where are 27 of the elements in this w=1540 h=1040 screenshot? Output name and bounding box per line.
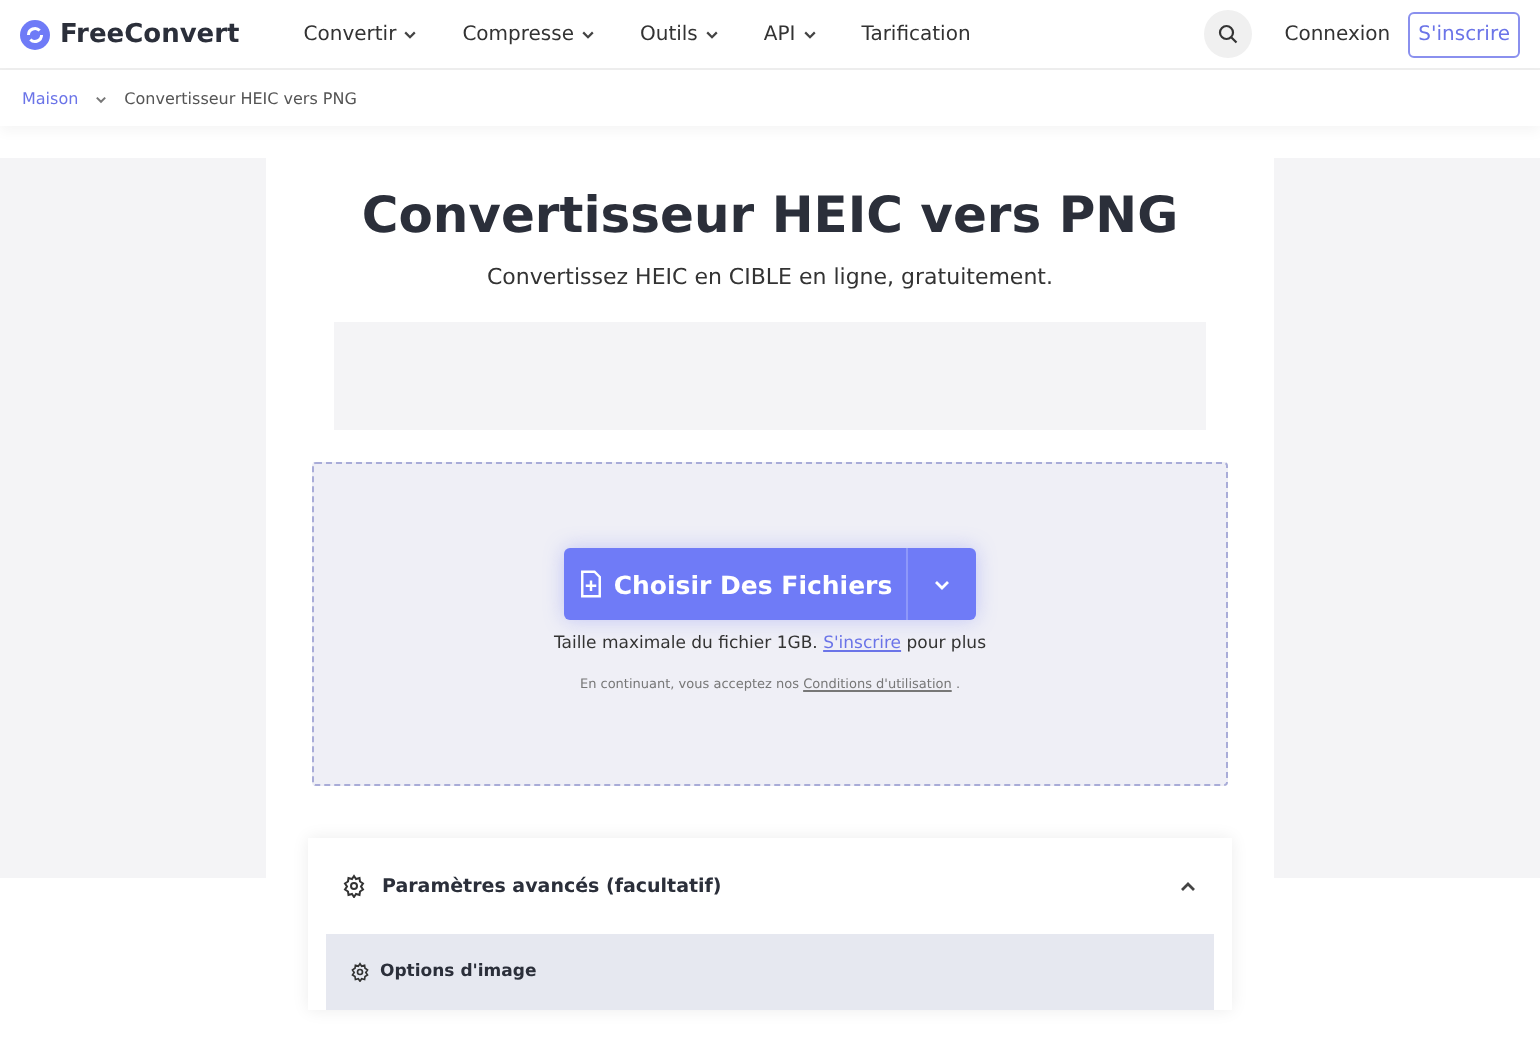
- signup-button[interactable]: S'inscrire: [1408, 11, 1520, 57]
- gear-icon: [342, 874, 366, 898]
- login-link[interactable]: Connexion: [1284, 23, 1391, 45]
- nav-link[interactable]: Outils: [640, 23, 720, 45]
- nav-link[interactable]: API: [763, 23, 818, 45]
- breadcrumb-current: Convertisseur HEIC vers PNG: [124, 89, 357, 107]
- page-title: Convertisseur HEIC vers PNG: [361, 186, 1179, 244]
- chevron-icon: [801, 26, 818, 42]
- choose-files-button[interactable]: Choisir Des Fichiers: [563, 548, 977, 620]
- file-size-note: Taille maximale du fichier 1GB. S'inscrire pour plus: [553, 634, 987, 654]
- search-icon: [1216, 22, 1241, 46]
- logo-icon: [20, 19, 50, 49]
- nav-link[interactable]: Compresse: [462, 23, 596, 45]
- file-add-icon: [577, 570, 604, 598]
- page-subtitle: Convertissez HEIC en CIBLE en ligne, gratuitement.: [487, 264, 1053, 290]
- nav-link[interactable]: Convertir: [303, 23, 419, 45]
- breadcrumb-separator-icon: [94, 91, 109, 105]
- logo-text[interactable]: FreeConvert: [60, 19, 240, 49]
- chevron-icon: [580, 26, 596, 42]
- search-button[interactable]: [1204, 10, 1253, 58]
- breadcrumb-link[interactable]: Maison: [22, 89, 79, 107]
- advanced-settings-header[interactable]: Paramètres avancés (facultatif): [326, 838, 1214, 934]
- gear-icon: [350, 962, 370, 982]
- image-options-row[interactable]: Options d'image: [326, 934, 1214, 1010]
- chevron-icon: [402, 26, 419, 42]
- nav-link[interactable]: Tarification: [861, 23, 971, 45]
- chevron-icon: [703, 26, 720, 42]
